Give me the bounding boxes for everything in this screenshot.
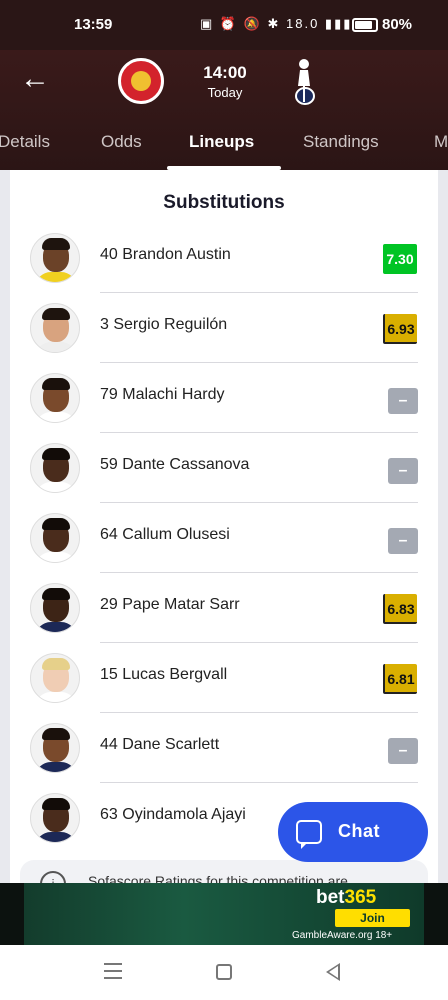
list-item[interactable]: 40 Brandon Austin 7.30	[10, 223, 438, 293]
player-avatar	[30, 233, 80, 283]
player-name: 15 Lucas Bergvall	[100, 666, 228, 683]
status-icons: ▣ ⏰ 🔕 ✱ 18.0 ▮▮▮	[200, 16, 353, 31]
chat-bubble-icon	[296, 820, 322, 849]
player-avatar	[30, 303, 80, 353]
player-name: 3 Sergio Reguilón	[100, 316, 228, 333]
player-name: 29 Pape Matar Sarr	[100, 596, 240, 613]
player-rating: –	[388, 528, 418, 554]
away-team-badge-icon[interactable]	[290, 56, 322, 106]
back-icon[interactable]	[326, 963, 340, 981]
tab-more[interactable]: M	[434, 132, 448, 152]
player-avatar	[30, 513, 80, 563]
player-avatar	[30, 443, 80, 493]
tab-odds[interactable]: Odds	[101, 132, 142, 152]
player-name: 79 Malachi Hardy	[100, 386, 225, 403]
player-rating: –	[388, 458, 418, 484]
data-speed: 18.0	[286, 16, 320, 31]
player-name: 44 Dane Scarlett	[100, 736, 220, 753]
menu-icon[interactable]	[104, 963, 122, 979]
player-avatar	[30, 583, 80, 633]
tab-standings[interactable]: Standings	[303, 132, 379, 152]
player-name: 64 Callum Olusesi	[100, 526, 230, 543]
back-arrow-icon[interactable]: ←	[20, 64, 52, 96]
section-title: Substitutions	[163, 192, 285, 213]
match-header: ← 14:00 Today Details Odds Lineups Stand…	[0, 50, 448, 170]
list-item[interactable]: 15 Lucas Bergvall 6.81	[10, 643, 438, 713]
player-rating: 6.83	[383, 594, 417, 624]
list-item[interactable]: 59 Dante Cassanova –	[10, 433, 438, 503]
ad-note: GambleAware.org 18+	[292, 930, 393, 941]
match-tabs: Details Odds Lineups Standings M	[0, 122, 448, 170]
player-rating: –	[388, 738, 418, 764]
player-name: 63 Oyindamola Ajayi	[100, 806, 246, 823]
list-item[interactable]: 79 Malachi Hardy –	[10, 363, 438, 433]
player-name: 59 Dante Cassanova	[100, 456, 250, 473]
status-bar: 13:59 ▣ ⏰ 🔕 ✱ 18.0 ▮▮▮ 80%	[0, 0, 448, 50]
player-rating: –	[388, 388, 418, 414]
chat-label: Chat	[338, 821, 380, 841]
ad-brand-part1: bet	[316, 887, 345, 908]
home-team-badge-icon[interactable]	[118, 58, 164, 104]
player-avatar	[30, 723, 80, 773]
system-nav-bar	[0, 945, 448, 1000]
tab-lineups[interactable]: Lineups	[189, 132, 254, 152]
substitutions-card: Substitutions 40 Brandon Austin 7.30 3 S…	[10, 170, 438, 900]
list-item[interactable]: 64 Callum Olusesi –	[10, 503, 438, 573]
status-time: 13:59	[74, 16, 113, 33]
battery-percent: 80%	[382, 16, 413, 33]
player-avatar	[30, 793, 80, 843]
player-rating: 6.93	[383, 314, 417, 344]
kickoff-time: 14:00	[203, 63, 247, 82]
ad-join-button[interactable]: Join	[335, 909, 410, 927]
player-rating: 6.81	[383, 664, 417, 694]
player-rating: 7.30	[383, 244, 417, 274]
ad-brand-part2: 365	[344, 887, 377, 908]
ad-brand-logo: bet365	[316, 887, 376, 909]
kickoff-info: 14:00 Today	[190, 63, 260, 100]
player-avatar	[30, 653, 80, 703]
list-item[interactable]: 44 Dane Scarlett –	[10, 713, 438, 783]
player-name: 40 Brandon Austin	[100, 246, 231, 263]
home-icon[interactable]	[216, 964, 232, 980]
ad-banner[interactable]: bet365 Join GambleAware.org 18+	[0, 883, 448, 945]
player-avatar	[30, 373, 80, 423]
kickoff-day: Today	[207, 85, 243, 100]
chat-button[interactable]: Chat	[278, 802, 428, 862]
battery-icon	[352, 18, 378, 32]
list-item[interactable]: 3 Sergio Reguilón 6.93	[10, 293, 438, 363]
list-item[interactable]: 29 Pape Matar Sarr 6.83	[10, 573, 438, 643]
tab-details[interactable]: Details	[0, 132, 50, 152]
